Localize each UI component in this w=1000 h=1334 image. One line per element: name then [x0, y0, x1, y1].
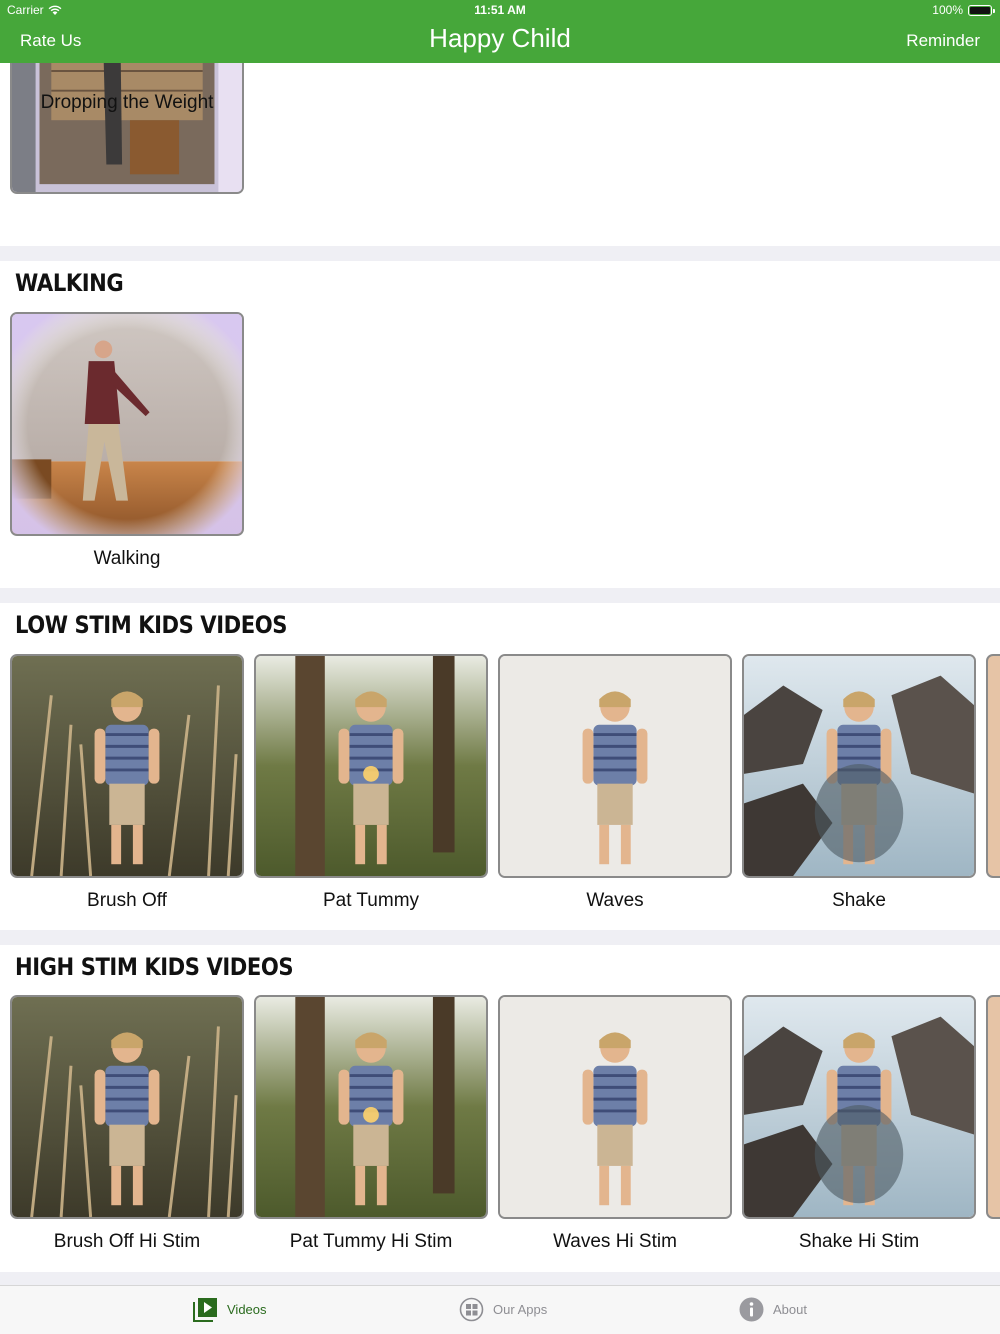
video-thumbnail[interactable] — [742, 995, 976, 1219]
status-bar: Carrier 11:51 AM 100% — [0, 0, 1000, 20]
section-separator — [0, 1272, 1000, 1285]
video-tile[interactable]: Pat Tummy Hi Stim — [254, 995, 488, 1252]
video-tile[interactable]: Shake — [742, 654, 976, 911]
video-title: Waves — [586, 890, 644, 911]
page-title: Happy Child — [429, 23, 571, 53]
tab-videos[interactable]: Videos — [193, 1297, 267, 1322]
video-list[interactable]: Dropping the Weight WALKING Walking LOW … — [0, 63, 1000, 1285]
section-title: LOW STIM KIDS VIDEOS — [15, 611, 288, 639]
video-tile[interactable]: Waves — [498, 654, 732, 911]
video-title: Pat Tummy Hi Stim — [289, 1231, 453, 1252]
video-thumbnail[interactable] — [986, 995, 1000, 1219]
video-tile[interactable]: Brush Off — [10, 654, 244, 911]
tab-label: About — [773, 1302, 807, 1317]
wifi-icon — [48, 5, 62, 15]
video-tile[interactable]: Brush Off Hi Stim — [10, 995, 244, 1252]
video-tile-partial[interactable] — [986, 654, 1000, 878]
battery-percent: 100% — [932, 3, 963, 17]
video-thumbnail[interactable] — [254, 995, 488, 1219]
video-thumbnail[interactable] — [10, 312, 244, 536]
status-time: 11:51 AM — [474, 3, 526, 17]
play-video-icon — [193, 1298, 217, 1322]
section-high-stim-kids: HIGH STIM KIDS VIDEOS Brush Off Hi Stim … — [0, 945, 1000, 1272]
section-low-stim-kids: LOW STIM KIDS VIDEOS Brush Off Pat Tummy… — [0, 603, 1000, 930]
section-walking: WALKING Walking — [0, 261, 1000, 588]
section-title: WALKING — [15, 269, 124, 297]
apps-grid-icon — [459, 1297, 484, 1322]
video-title: Waves Hi Stim — [553, 1231, 677, 1252]
video-tile-partial[interactable] — [986, 995, 1000, 1219]
video-title: Brush Off Hi Stim — [53, 1231, 201, 1252]
tab-bar: Videos Our Apps About — [0, 1285, 1000, 1334]
video-title: Walking — [93, 548, 161, 569]
section-meditation: Dropping the Weight — [0, 63, 1000, 246]
carrier-indicator: Carrier — [7, 3, 62, 17]
battery-indicator: 100% — [932, 3, 995, 17]
video-thumbnail[interactable] — [10, 654, 244, 878]
video-thumbnail[interactable] — [498, 654, 732, 878]
reminder-button[interactable]: Reminder — [906, 31, 980, 51]
video-title: Shake — [832, 890, 886, 911]
section-title: HIGH STIM KIDS VIDEOS — [15, 953, 294, 981]
carrier-label: Carrier — [7, 3, 44, 17]
video-tile[interactable]: Waves Hi Stim — [498, 995, 732, 1252]
video-thumbnail[interactable] — [498, 995, 732, 1219]
video-thumbnail[interactable] — [254, 654, 488, 878]
video-title: Brush Off — [87, 890, 167, 911]
video-tile[interactable]: Pat Tummy — [254, 654, 488, 911]
video-thumbnail[interactable] — [986, 654, 1000, 878]
battery-icon — [968, 4, 995, 16]
section-separator — [0, 930, 1000, 945]
info-icon — [739, 1297, 764, 1322]
video-thumbnail[interactable] — [742, 654, 976, 878]
tab-about[interactable]: About — [739, 1297, 807, 1322]
video-thumbnail[interactable] — [10, 995, 244, 1219]
video-title: Shake Hi Stim — [798, 1231, 920, 1252]
navigation-bar: Carrier 11:51 AM 100% Rate Us Happy Chil… — [0, 0, 1000, 63]
rate-us-button[interactable]: Rate Us — [20, 31, 81, 51]
video-tile[interactable]: Dropping the Weight — [10, 63, 244, 194]
video-tile[interactable]: Walking — [10, 312, 244, 569]
section-separator — [0, 246, 1000, 261]
video-tile[interactable]: Shake Hi Stim — [742, 995, 976, 1252]
video-title: Dropping the Weight — [40, 92, 214, 113]
video-title: Pat Tummy — [322, 890, 420, 911]
section-separator — [0, 588, 1000, 603]
tab-label: Our Apps — [493, 1302, 548, 1317]
tab-our-apps[interactable]: Our Apps — [459, 1297, 547, 1322]
tab-label: Videos — [227, 1302, 267, 1317]
video-thumbnail[interactable] — [10, 63, 244, 194]
